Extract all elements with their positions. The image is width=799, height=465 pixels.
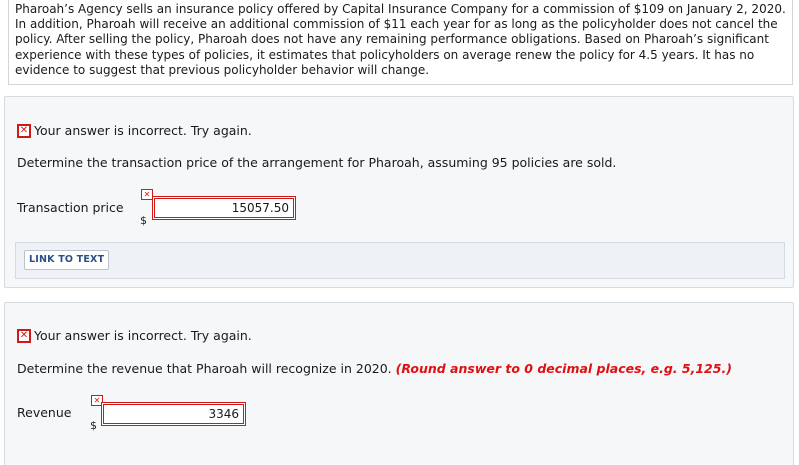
currency-symbol: $: [140, 214, 147, 227]
status-text: Your answer is incorrect. Try again.: [34, 328, 252, 343]
part-2-card: ✕ Your answer is incorrect. Try again. D…: [4, 302, 794, 465]
x-mark-icon: ✕: [17, 328, 31, 343]
transaction-price-input[interactable]: [152, 196, 296, 220]
transaction-price-label: Transaction price: [17, 200, 124, 215]
rounding-hint: (Round answer to 0 decimal places, e.g. …: [395, 361, 732, 376]
incorrect-status: ✕ Your answer is incorrect. Try again.: [17, 123, 252, 138]
problem-text: Pharoah’s Agency sells an insurance poli…: [15, 2, 786, 77]
currency-symbol: $: [90, 419, 97, 432]
revenue-label: Revenue: [17, 405, 72, 420]
question-main: Determine the revenue that Pharoah will …: [17, 361, 392, 376]
status-text: Your answer is incorrect. Try again.: [34, 123, 252, 138]
link-to-text-button[interactable]: LINK TO TEXT: [24, 250, 110, 270]
x-mark-icon: ✕: [17, 123, 31, 138]
part-1-card: ✕ Your answer is incorrect. Try again. D…: [4, 96, 794, 288]
link-strip: LINK TO TEXT: [15, 242, 785, 279]
question-text: Determine the transaction price of the a…: [17, 155, 617, 170]
revenue-input[interactable]: [101, 402, 246, 426]
incorrect-status: ✕ Your answer is incorrect. Try again.: [17, 328, 252, 343]
question-text: Determine the revenue that Pharoah will …: [17, 361, 732, 376]
problem-statement: Pharoah’s Agency sells an insurance poli…: [8, 0, 793, 85]
